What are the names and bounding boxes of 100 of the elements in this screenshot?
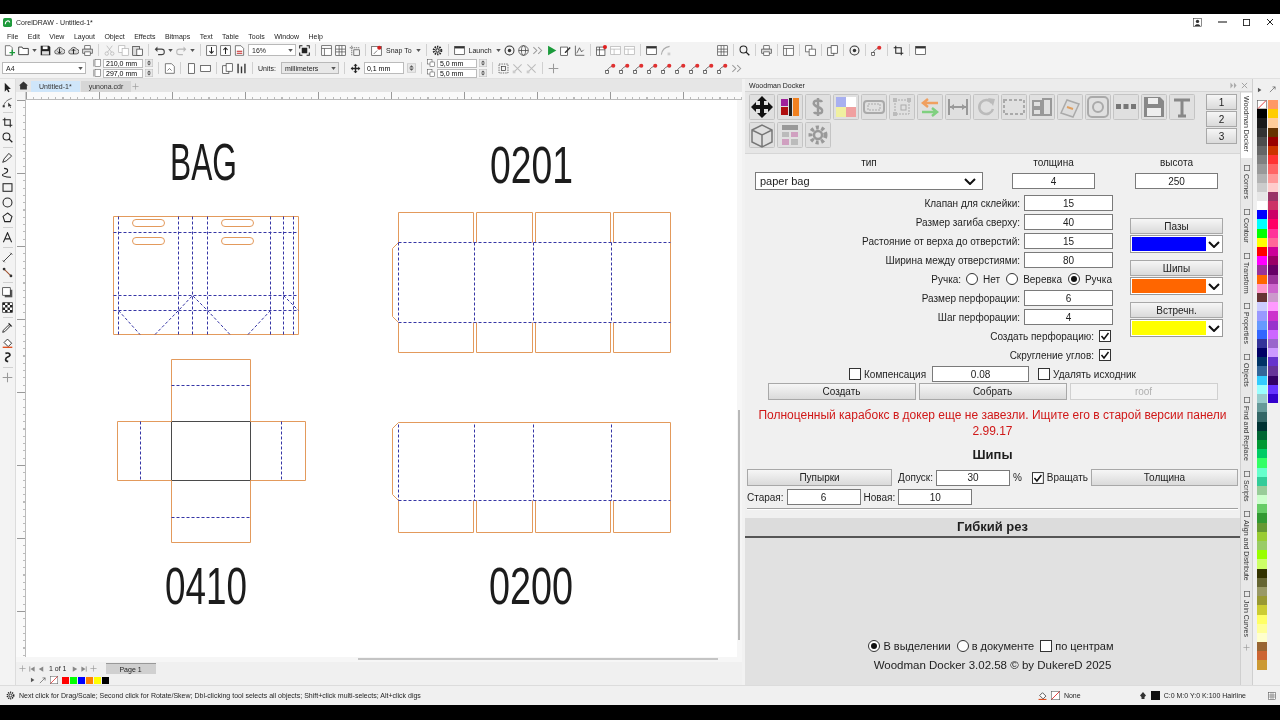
checkbox[interactable] [1031, 471, 1044, 484]
color-swatch[interactable] [1268, 329, 1278, 339]
node-edit-icon[interactable] [2, 97, 13, 108]
color-swatch[interactable] [1257, 449, 1267, 459]
color-swatch[interactable] [1268, 145, 1278, 156]
dashed-rect-icon[interactable] [1001, 94, 1027, 120]
add-page-icon[interactable] [19, 665, 26, 672]
node-icon[interactable] [688, 62, 700, 74]
color-swatch[interactable] [1257, 467, 1267, 477]
connector-icon[interactable] [2, 267, 13, 278]
last-page-icon[interactable] [80, 665, 87, 672]
home-icon[interactable] [19, 81, 28, 90]
pages-icon[interactable] [826, 44, 838, 56]
layout-icon[interactable] [321, 44, 332, 56]
node-icon[interactable] [646, 62, 658, 74]
tolerance-field[interactable]: 30 [936, 469, 1010, 486]
color-swatch[interactable] [1257, 513, 1267, 523]
undo-icon[interactable] [154, 44, 165, 56]
node-icon[interactable] [702, 62, 714, 74]
color-swatch[interactable] [1257, 430, 1267, 440]
color-swatch[interactable] [1257, 210, 1267, 220]
page-options-icon[interactable] [164, 62, 175, 74]
crop-icon[interactable] [2, 117, 13, 128]
color-swatch[interactable] [1257, 201, 1267, 211]
color-swatch[interactable] [1268, 274, 1278, 284]
export-icon[interactable] [220, 44, 231, 56]
color-swatch[interactable] [1268, 136, 1278, 146]
next-page-icon[interactable] [71, 665, 78, 672]
color-swatch[interactable] [1257, 145, 1267, 156]
plus-icon[interactable] [2, 372, 13, 383]
new-tab-icon[interactable] [132, 83, 140, 90]
line-type-button[interactable]: Встречн. [1130, 302, 1223, 318]
target-icon[interactable] [503, 44, 515, 56]
spinner-icon[interactable] [145, 59, 153, 67]
color-swatch[interactable] [1268, 311, 1278, 321]
save-icon[interactable] [40, 44, 51, 56]
color-swatch[interactable] [1268, 228, 1278, 238]
color-swatch[interactable] [1257, 614, 1267, 624]
grid-icon[interactable] [716, 44, 728, 56]
color-swatch[interactable] [1257, 403, 1267, 413]
color-swatch[interactable] [1268, 127, 1278, 137]
color-swatch[interactable] [1268, 191, 1278, 202]
spinner-icon[interactable] [145, 69, 153, 77]
color-swatch[interactable] [1257, 623, 1267, 633]
checkbox[interactable] [1040, 640, 1053, 652]
color-swatch[interactable] [1257, 568, 1267, 578]
landscape-page-icon[interactable] [200, 62, 211, 74]
color-swatch[interactable] [1257, 550, 1267, 560]
radio-button[interactable] [1006, 273, 1019, 285]
number-field[interactable]: 6 [1024, 290, 1113, 306]
import-icon[interactable] [206, 44, 217, 56]
crop-icon[interactable] [892, 44, 904, 56]
preset-button[interactable]: 3 [1206, 128, 1237, 144]
color-swatch[interactable] [1257, 320, 1267, 330]
number-field[interactable]: 15 [1024, 195, 1113, 211]
pointer-icon[interactable] [2, 82, 13, 93]
checker-icon[interactable] [2, 302, 13, 313]
zoom-icon[interactable] [738, 44, 750, 56]
line-type-button[interactable]: Пазы [1130, 218, 1223, 234]
chevron-down-icon[interactable] [964, 177, 976, 185]
printer-icon[interactable] [760, 44, 772, 56]
new-document-icon[interactable] [4, 44, 15, 56]
color-swatch[interactable] [1268, 338, 1278, 349]
node-frame-icon[interactable] [889, 94, 915, 120]
blocks-icon[interactable] [1029, 94, 1055, 120]
color-swatch[interactable] [1268, 247, 1278, 257]
checkbox[interactable] [1038, 368, 1051, 380]
checkbox[interactable] [1099, 330, 1111, 342]
color-swatch[interactable] [1268, 219, 1278, 229]
caret-icon[interactable] [78, 66, 83, 70]
color-swatch[interactable] [1268, 118, 1278, 128]
chevron-down-icon[interactable] [1208, 282, 1220, 290]
chevron-down-icon[interactable] [1208, 324, 1220, 332]
triangle-icon[interactable] [30, 677, 35, 683]
chevron-down-icon[interactable] [1208, 240, 1220, 248]
color-swatch[interactable] [70, 676, 77, 684]
color-swatch[interactable] [1268, 237, 1278, 247]
number-field[interactable]: 4 [1024, 309, 1113, 325]
spinner-icon[interactable] [406, 62, 416, 74]
node-icon[interactable] [674, 62, 686, 74]
line-type-button[interactable]: Шипы [1130, 260, 1223, 276]
color-swatch[interactable] [1257, 458, 1267, 468]
color-swatch[interactable] [1257, 559, 1267, 569]
curve-icon[interactable] [2, 167, 13, 178]
color-swatch[interactable] [1257, 348, 1267, 358]
width-dimension-icon[interactable] [945, 94, 971, 120]
diagonal-arrow-icon[interactable] [39, 676, 46, 684]
color-swatch[interactable] [1257, 247, 1267, 257]
swirl-icon[interactable] [2, 352, 13, 363]
action-button[interactable]: Создать [767, 383, 916, 400]
portrait-page-icon[interactable] [186, 62, 197, 74]
color-swatch[interactable] [1257, 394, 1267, 404]
action-button[interactable]: Собрать [918, 383, 1067, 400]
radio-button[interactable] [868, 640, 881, 652]
double-arrow-icon[interactable] [1230, 81, 1237, 89]
color-swatch[interactable] [1268, 182, 1278, 192]
thickness-button[interactable]: Толщина [1090, 469, 1238, 486]
window-icon[interactable] [645, 44, 657, 56]
node-icon[interactable] [660, 62, 672, 74]
color-blocks-icon[interactable] [777, 94, 803, 120]
